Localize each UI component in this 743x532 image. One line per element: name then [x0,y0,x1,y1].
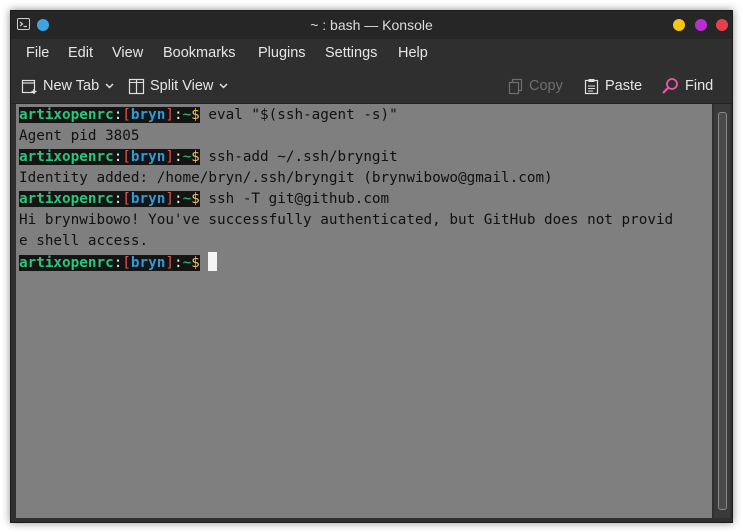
menu-view[interactable]: View [112,45,143,61]
menu-settings[interactable]: Settings [325,45,377,61]
split-view-label: Split View [150,78,214,94]
menu-plugins[interactable]: Plugins [258,45,306,61]
menu-file[interactable]: File [26,45,49,61]
magnifier-icon [662,77,678,94]
paste-label: Paste [605,78,643,94]
new-tab-label: New Tab [43,78,100,94]
text-cursor [208,252,218,271]
prompt: artixopenrc:[bryn]:~$ [19,149,200,165]
terminal-line: artixopenrc:[bryn]:~$ ssh -T git@github.… [19,189,389,210]
vertical-scrollbar[interactable] [714,104,730,518]
terminal-view[interactable]: artixopenrc:[bryn]:~$ eval "$(ssh-agent … [16,104,712,518]
chevron-down-icon [105,83,114,89]
menu-edit[interactable]: Edit [68,45,93,61]
copy-icon [508,78,523,94]
chevron-down-icon [219,83,228,89]
paste-icon [584,78,599,94]
prompt: artixopenrc:[bryn]:~$ [19,255,200,271]
copy-button[interactable]: Copy [507,76,563,96]
new-tab-button[interactable]: New Tab [21,76,119,96]
terminal-line: artixopenrc:[bryn]:~$ eval "$(ssh-agent … [19,105,398,126]
copy-label: Copy [529,78,563,94]
maximize-button[interactable] [695,19,707,31]
split-view-button[interactable]: Split View [128,76,233,96]
menu-bookmarks[interactable]: Bookmarks [163,45,236,61]
close-button[interactable] [716,19,728,31]
command-text: ssh-add ~/.ssh/bryngit [199,149,398,165]
menu-help[interactable]: Help [398,45,428,61]
terminal-output: Hi brynwibowo! You've successfully authe… [19,212,674,228]
command-text [200,255,209,271]
prompt: artixopenrc:[bryn]:~$ [19,107,200,123]
minimize-button[interactable] [673,19,685,31]
command-text: ssh -T git@github.com [199,191,390,207]
new-tab-icon [21,79,37,94]
terminal-line: artixopenrc:[bryn]:~$ [19,252,218,273]
prompt: artixopenrc:[bryn]:~$ [19,191,200,207]
title-bar[interactable]: ~ : bash — Konsole [11,11,732,39]
command-text: eval "$(ssh-agent -s)" [199,107,398,123]
terminal-line: artixopenrc:[bryn]:~$ ssh-add ~/.ssh/bry… [19,147,398,168]
split-view-icon [128,78,145,94]
terminal-output: e shell access. [19,233,149,249]
terminal-output: Identity added: /home/bryn/.ssh/bryngit … [19,170,553,186]
paste-button[interactable]: Paste [583,76,642,96]
toolbar: New Tab Split View Copy Paste Find [11,67,732,104]
scrollbar-thumb[interactable] [718,112,727,510]
konsole-window: ~ : bash — Konsole File Edit View Bookma… [10,10,733,523]
find-button[interactable]: Find [661,76,713,96]
menu-bar: File Edit View Bookmarks Plugins Setting… [11,39,732,67]
window-title: ~ : bash — Konsole [310,17,433,33]
find-label: Find [685,78,714,94]
terminal-output: Agent pid 3805 [19,128,140,144]
